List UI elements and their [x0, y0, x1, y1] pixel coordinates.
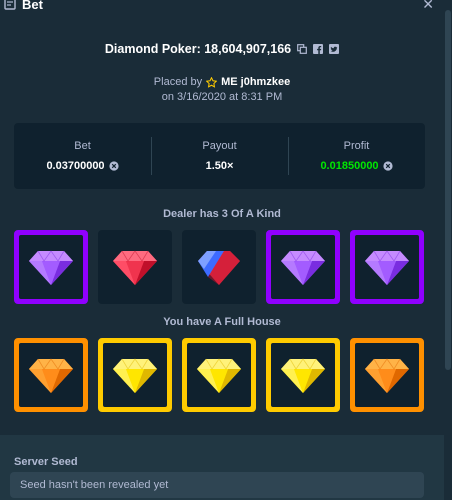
yellow-gem-icon — [197, 358, 241, 393]
placed-by-info: Placed by ME j0hmzkee on 3/16/2020 at 8:… — [0, 75, 444, 105]
dealer-card-face — [182, 230, 256, 304]
twitter-icon[interactable] — [329, 44, 340, 54]
yellow-gem-icon — [281, 358, 325, 393]
yellow-gem-icon — [113, 358, 157, 393]
profit-value: 0.01850000 — [320, 160, 379, 172]
close-icon[interactable]: ✕ — [422, 0, 434, 13]
stat-payout: Payout 1.50× — [151, 123, 288, 189]
dealer-card — [14, 230, 88, 304]
orange-gem-icon — [365, 358, 409, 393]
blue-red-gem-icon — [198, 251, 240, 285]
dealer-card-face — [271, 235, 335, 299]
dealer-card — [182, 230, 256, 304]
player-card-face — [355, 343, 419, 407]
purple-gem-icon — [29, 250, 73, 285]
currency-coin-icon — [382, 161, 393, 171]
placed-by-prefix: Placed by — [153, 76, 203, 88]
modal-titlebar: Bet ✕ — [0, 0, 452, 16]
player-hand-label: You have A Full House — [163, 316, 281, 328]
bet-label: Bet — [74, 140, 91, 152]
bet-value: 0.03700000 — [46, 160, 105, 172]
orange-gem-icon — [29, 358, 73, 393]
server-seed-label: Server Seed — [14, 456, 78, 468]
player-card — [98, 338, 172, 412]
scrollbar-track[interactable] — [444, 0, 452, 500]
game-title: Diamond Poker: 18,604,907,166 — [104, 42, 292, 56]
dealer-card-face — [19, 235, 83, 299]
payout-value: 1.50× — [205, 160, 234, 172]
bet-stats-panel: Bet 0.03700000 Payout 1.50× Profit 0.018… — [14, 123, 425, 189]
player-card-face — [19, 343, 83, 407]
stat-bet: Bet 0.03700000 — [14, 123, 151, 189]
vip-star-icon — [206, 77, 218, 88]
modal-title: Bet — [22, 0, 43, 12]
bet-slip-icon — [4, 0, 16, 10]
dealer-hand-label: Dealer has 3 Of A Kind — [163, 208, 281, 220]
purple-gem-icon — [281, 250, 325, 285]
dealer-card-face — [98, 230, 172, 304]
username-link[interactable]: ME j0hmzkee — [221, 75, 290, 90]
server-seed-field[interactable] — [10, 472, 424, 498]
payout-label: Payout — [202, 140, 237, 152]
bet-value-row: 0.03700000 — [46, 160, 119, 172]
player-card — [350, 338, 424, 412]
bet-date: on 3/16/2020 at 8:31 PM — [161, 91, 283, 103]
profit-label: Profit — [343, 140, 370, 152]
copy-icon[interactable] — [297, 44, 308, 54]
dealer-card — [98, 230, 172, 304]
scrollbar-thumb[interactable] — [445, 10, 451, 370]
dealer-card — [266, 230, 340, 304]
player-card-face — [187, 343, 251, 407]
player-card — [266, 338, 340, 412]
player-card-face — [271, 343, 335, 407]
modal-title-group: Bet — [0, 0, 43, 12]
profit-value-row: 0.01850000 — [320, 160, 393, 172]
currency-coin-icon — [108, 161, 119, 171]
dealer-card-face — [355, 235, 419, 299]
player-card-face — [103, 343, 167, 407]
facebook-icon[interactable] — [313, 44, 324, 54]
purple-gem-icon — [365, 250, 409, 285]
stat-profit: Profit 0.01850000 — [288, 123, 425, 189]
dealer-card — [350, 230, 424, 304]
game-header: Diamond Poker: 18,604,907,166 — [0, 40, 444, 58]
player-card — [182, 338, 256, 412]
red-gem-icon — [113, 250, 157, 285]
player-card — [14, 338, 88, 412]
